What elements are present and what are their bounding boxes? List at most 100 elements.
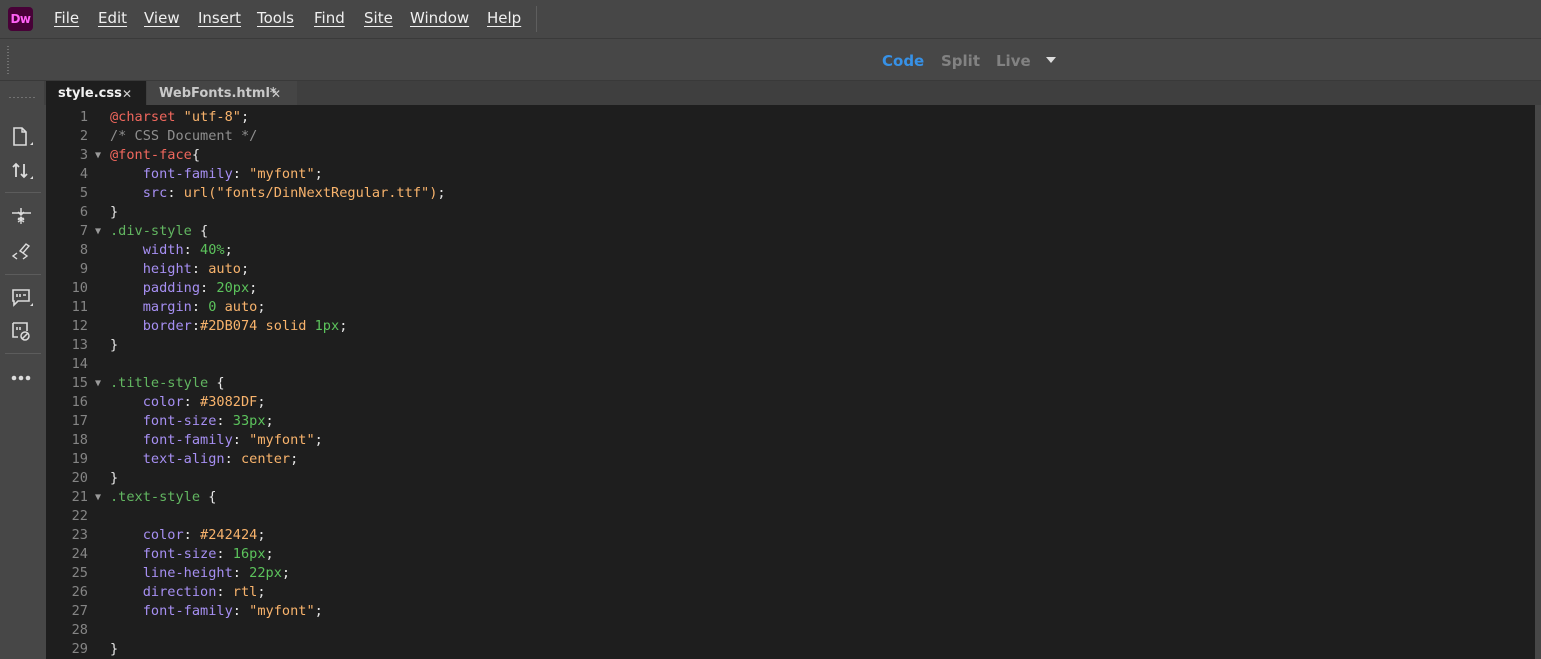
editor-scrollbar[interactable] bbox=[1535, 105, 1541, 659]
code-line[interactable]: 17 font-size: 33px; bbox=[46, 412, 1535, 431]
more-icon[interactable] bbox=[9, 367, 35, 391]
code-line[interactable]: 1 @charset "utf-8"; bbox=[46, 108, 1535, 127]
code-text: font-family: "myfont"; bbox=[110, 602, 323, 621]
code-line[interactable]: 6} bbox=[46, 203, 1535, 222]
code-line[interactable]: 5 src: url("fonts/DinNextRegular.ttf"); bbox=[46, 184, 1535, 203]
code-token: color bbox=[142, 527, 184, 543]
code-line[interactable]: 18 font-family: "myfont"; bbox=[46, 431, 1535, 450]
code-token: : bbox=[232, 603, 250, 619]
code-token: margin bbox=[142, 299, 192, 315]
line-number: 3 bbox=[79, 147, 88, 163]
toolbar-grip-handle[interactable] bbox=[8, 96, 36, 100]
code-line[interactable]: 23 color: #242424; bbox=[46, 526, 1535, 545]
menu-find[interactable]: Find bbox=[314, 9, 345, 27]
menu-edit[interactable]: Edit bbox=[98, 9, 127, 27]
remove-comment-icon[interactable] bbox=[9, 319, 35, 343]
code-line[interactable]: 7 ▼ .div-style { bbox=[46, 222, 1535, 241]
fold-toggle-icon[interactable]: ▼ bbox=[95, 488, 101, 507]
code-token: height bbox=[142, 261, 192, 277]
code-line[interactable]: 27 font-family: "myfont"; bbox=[46, 602, 1535, 621]
code-token: #2DB074 solid bbox=[200, 318, 315, 334]
menu-view[interactable]: View bbox=[144, 9, 180, 27]
expand-collapse-icon[interactable] bbox=[9, 205, 35, 229]
code-line[interactable]: 10 padding: 20px; bbox=[46, 279, 1535, 298]
code-token: : bbox=[216, 584, 233, 600]
toolbar-grip-handle[interactable] bbox=[6, 45, 10, 74]
document-tab-bar: style.css ✕ WebFonts.html* ✕ bbox=[44, 81, 1541, 105]
code-token: font-family bbox=[142, 432, 233, 448]
code-line[interactable]: 14 bbox=[46, 355, 1535, 374]
code-line[interactable]: 11 margin: 0 auto; bbox=[46, 298, 1535, 317]
code-token: .div-style bbox=[110, 223, 192, 239]
line-number: 18 bbox=[71, 432, 88, 448]
fold-toggle-icon[interactable]: ▼ bbox=[95, 146, 101, 165]
code-line[interactable]: 12 border:#2DB074 solid 1px; bbox=[46, 317, 1535, 336]
live-view-button[interactable]: Live bbox=[996, 52, 1031, 70]
code-token: ; bbox=[240, 261, 250, 277]
split-view-button[interactable]: Split bbox=[941, 52, 980, 70]
line-number: 12 bbox=[71, 318, 88, 334]
code-token: font-family bbox=[142, 166, 233, 182]
code-line[interactable]: 19 text-align: center; bbox=[46, 450, 1535, 469]
tab-label: WebFonts.html* bbox=[159, 86, 277, 101]
code-token: center bbox=[240, 451, 291, 467]
code-line[interactable]: 13} bbox=[46, 336, 1535, 355]
format-source-icon[interactable] bbox=[9, 240, 35, 264]
code-token: auto bbox=[208, 261, 241, 277]
code-line[interactable]: 21 ▼ .text-style { bbox=[46, 488, 1535, 507]
apply-comment-icon[interactable] bbox=[9, 286, 35, 310]
close-icon[interactable]: ✕ bbox=[122, 83, 132, 105]
menu-insert[interactable]: Insert bbox=[198, 9, 241, 27]
code-line[interactable]: 3 ▼ @font-face{ bbox=[46, 146, 1535, 165]
file-management-icon[interactable] bbox=[9, 125, 35, 149]
code-view-button[interactable]: Code bbox=[882, 52, 924, 70]
get-put-icon[interactable] bbox=[9, 159, 35, 183]
menu-file[interactable]: File bbox=[54, 9, 79, 27]
code-editor[interactable]: 1 @charset "utf-8"; 2 /* CSS Document */ 3 ▼ @… bbox=[46, 105, 1535, 659]
code-line[interactable]: 8 width: 40%; bbox=[46, 241, 1535, 260]
close-icon[interactable]: ✕ bbox=[271, 83, 281, 105]
code-line[interactable]: 29} bbox=[46, 640, 1535, 659]
code-token: : bbox=[232, 565, 250, 581]
code-line[interactable]: 16 color: #3082DF; bbox=[46, 393, 1535, 412]
code-token: : bbox=[216, 546, 233, 562]
menu-help[interactable]: Help bbox=[487, 9, 521, 27]
view-dropdown-caret-icon[interactable] bbox=[1046, 57, 1056, 63]
toolbar-divider bbox=[5, 274, 41, 275]
menu-tools[interactable]: Tools bbox=[257, 9, 294, 27]
code-token: ; bbox=[257, 299, 266, 315]
menu-site[interactable]: Site bbox=[364, 9, 393, 27]
code-text: border:#2DB074 solid 1px; bbox=[110, 317, 348, 336]
code-line[interactable]: 20} bbox=[46, 469, 1535, 488]
code-line[interactable]: 25 line-height: 22px; bbox=[46, 564, 1535, 583]
tab-webfonts-html[interactable]: WebFonts.html* ✕ bbox=[147, 81, 297, 105]
fold-toggle-icon[interactable]: ▼ bbox=[95, 374, 101, 393]
code-token: ; bbox=[290, 451, 299, 467]
code-token: } bbox=[110, 641, 119, 657]
code-token: @font-face bbox=[110, 147, 192, 163]
code-token: #3082DF bbox=[200, 394, 258, 410]
tab-style-css[interactable]: style.css ✕ bbox=[46, 81, 146, 105]
code-line[interactable]: 15 ▼ .title-style { bbox=[46, 374, 1535, 393]
code-line[interactable]: 9 height: auto; bbox=[46, 260, 1535, 279]
fold-toggle-icon[interactable]: ▼ bbox=[95, 222, 101, 241]
code-token: : bbox=[232, 166, 250, 182]
code-line[interactable]: 2 /* CSS Document */ bbox=[46, 127, 1535, 146]
dreamweaver-logo: Dw bbox=[8, 7, 33, 31]
code-line[interactable]: 26 direction: rtl; bbox=[46, 583, 1535, 602]
code-line[interactable]: 24 font-size: 16px; bbox=[46, 545, 1535, 564]
code-line[interactable]: 4 font-family: "myfont"; bbox=[46, 165, 1535, 184]
code-text: } bbox=[110, 203, 118, 222]
code-token: : bbox=[191, 318, 201, 334]
code-line[interactable]: 22 bbox=[46, 507, 1535, 526]
code-line[interactable]: 28 bbox=[46, 621, 1535, 640]
line-number: 29 bbox=[71, 641, 88, 657]
menu-window[interactable]: Window bbox=[410, 9, 469, 27]
